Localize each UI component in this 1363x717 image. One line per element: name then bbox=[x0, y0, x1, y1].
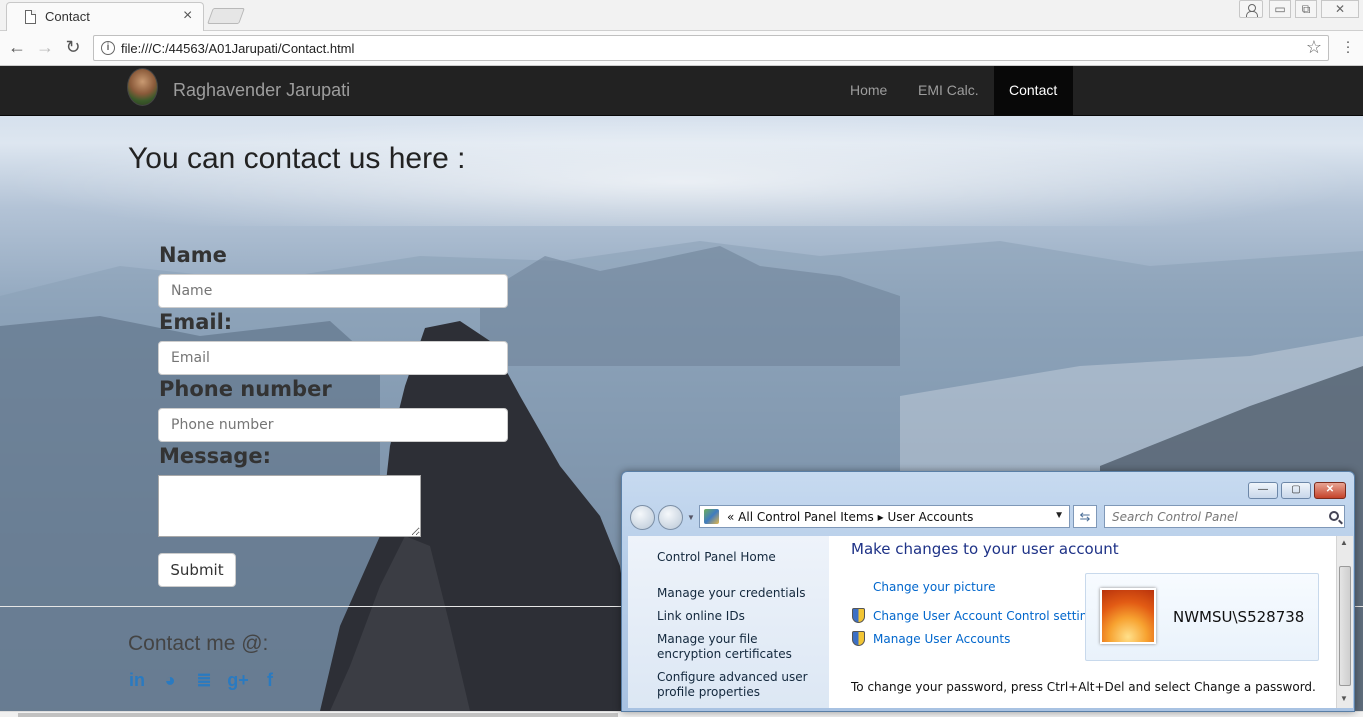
page-title: You can contact us here : bbox=[128, 142, 466, 175]
restore-window-button[interactable]: ⧉ bbox=[1295, 0, 1317, 18]
googleplus-icon[interactable]: g+ bbox=[226, 670, 250, 691]
back-arrow-icon[interactable]: ← bbox=[6, 37, 28, 58]
cp-sidebar: Control Panel Home Manage your credentia… bbox=[628, 536, 829, 708]
minimize-window-button[interactable]: ▭ bbox=[1269, 0, 1291, 18]
scrollbar-thumb[interactable] bbox=[1339, 566, 1351, 686]
address-url[interactable]: file:///C:/44563/A01Jarupati/Contact.htm… bbox=[121, 41, 354, 56]
forward-arrow-icon[interactable]: → bbox=[34, 37, 56, 58]
close-window-button[interactable]: ✕ bbox=[1321, 0, 1359, 18]
uac-shield-icon bbox=[852, 631, 865, 646]
browser-tab[interactable]: Contact × bbox=[6, 2, 204, 31]
sidebar-item-encryption[interactable]: Manage your file encryption certificates bbox=[657, 632, 822, 662]
user-name: NWMSU\S528738 bbox=[1173, 608, 1305, 626]
info-icon[interactable]: i bbox=[101, 41, 115, 55]
uac-settings-link[interactable]: Change User Account Control settings bbox=[873, 609, 1101, 623]
change-picture-link[interactable]: Change your picture bbox=[873, 580, 995, 594]
cp-back-button[interactable] bbox=[630, 505, 655, 530]
tab-title: Contact bbox=[45, 9, 90, 24]
cp-address-bar[interactable]: « All Control Panel Items ▸ User Account… bbox=[699, 505, 1070, 528]
cp-heading: Make changes to your user account bbox=[851, 540, 1119, 558]
sidebar-item-profile-properties[interactable]: Configure advanced user profile properti… bbox=[657, 670, 822, 700]
minimize-icon: ▭ bbox=[1274, 2, 1286, 16]
cp-search-input[interactable]: Search Control Panel bbox=[1104, 505, 1345, 528]
scrollbar-thumb[interactable] bbox=[18, 713, 618, 717]
cp-forward-button[interactable] bbox=[658, 505, 683, 530]
uac-shield-icon bbox=[852, 608, 865, 623]
address-bar[interactable]: i file:///C:/44563/A01Jarupati/Contact.h… bbox=[93, 35, 1329, 61]
close-icon: ✕ bbox=[1334, 2, 1346, 16]
control-panel-icon bbox=[704, 509, 719, 524]
cp-search-placeholder: Search Control Panel bbox=[1112, 510, 1238, 524]
browser-tab-strip: Contact × ▭ ⧉ ✕ bbox=[0, 0, 1363, 31]
new-tab-button[interactable] bbox=[207, 8, 245, 24]
site-brand[interactable]: Raghavender Jarupati bbox=[173, 80, 350, 101]
nav-contact[interactable]: Contact bbox=[994, 66, 1073, 115]
user-account-tile: NWMSU\S528738 bbox=[1085, 573, 1319, 661]
email-label: Email: bbox=[159, 310, 233, 334]
github-icon[interactable]: ◕ bbox=[158, 670, 182, 691]
chevron-down-icon[interactable]: ▼ bbox=[1054, 510, 1064, 521]
sidebar-item-credentials[interactable]: Manage your credentials bbox=[657, 586, 822, 601]
cp-breadcrumb[interactable]: « All Control Panel Items ▸ User Account… bbox=[727, 510, 973, 524]
cp-main-panel: Make changes to your user account Change… bbox=[829, 536, 1336, 708]
profile-icon[interactable] bbox=[1239, 0, 1263, 18]
reload-icon[interactable]: ↻ bbox=[62, 37, 84, 58]
email-field[interactable] bbox=[158, 341, 508, 375]
cp-minimize-button[interactable]: — bbox=[1248, 482, 1278, 499]
message-field[interactable] bbox=[158, 475, 421, 537]
tab-close-icon[interactable]: × bbox=[183, 7, 192, 25]
submit-button[interactable]: Submit bbox=[158, 553, 236, 587]
manage-accounts-link[interactable]: Manage User Accounts bbox=[873, 632, 1010, 646]
restore-icon: ⧉ bbox=[1301, 2, 1311, 16]
name-field[interactable] bbox=[158, 274, 508, 308]
facebook-icon[interactable]: f bbox=[258, 670, 282, 691]
stackoverflow-icon[interactable]: ≣ bbox=[192, 670, 216, 691]
site-navbar: Raghavender Jarupati Home EMI Calc. Cont… bbox=[0, 66, 1363, 116]
recent-pages-chevron-icon[interactable]: ▼ bbox=[687, 513, 695, 522]
sidebar-item-control-panel-home[interactable]: Control Panel Home bbox=[657, 550, 822, 565]
cp-vertical-scrollbar[interactable]: ▲ ▼ bbox=[1336, 536, 1353, 708]
scroll-down-icon[interactable]: ▼ bbox=[1340, 694, 1348, 703]
name-label: Name bbox=[159, 243, 227, 267]
nav-emi-calc[interactable]: EMI Calc. bbox=[903, 66, 994, 115]
control-panel-window: — ▢ ✕ ▼ « All Control Panel Items ▸ User… bbox=[621, 471, 1355, 712]
browser-toolbar: ← → ↻ i file:///C:/44563/A01Jarupati/Con… bbox=[0, 31, 1363, 66]
cp-maximize-button[interactable]: ▢ bbox=[1281, 482, 1311, 499]
password-hint: To change your password, press Ctrl+Alt+… bbox=[851, 680, 1316, 694]
contact-me-heading: Contact me @: bbox=[128, 632, 269, 655]
phone-label: Phone number bbox=[159, 377, 332, 401]
linkedin-icon[interactable]: in bbox=[125, 670, 149, 691]
nav-home[interactable]: Home bbox=[835, 66, 902, 115]
sidebar-item-link-online-ids[interactable]: Link online IDs bbox=[657, 609, 822, 624]
refresh-icon[interactable]: ⇆ bbox=[1073, 505, 1097, 528]
message-label: Message: bbox=[159, 444, 271, 468]
avatar bbox=[127, 68, 158, 106]
bookmark-star-icon[interactable]: ☆ bbox=[1306, 37, 1322, 58]
cp-close-button[interactable]: ✕ bbox=[1314, 482, 1346, 499]
minimize-icon: — bbox=[1258, 484, 1268, 495]
close-icon: ✕ bbox=[1325, 484, 1335, 495]
page-icon bbox=[25, 10, 36, 24]
browser-menu-icon[interactable]: · · · bbox=[1345, 34, 1351, 59]
phone-field[interactable] bbox=[158, 408, 508, 442]
scroll-up-icon[interactable]: ▲ bbox=[1340, 538, 1348, 547]
user-picture bbox=[1100, 588, 1156, 644]
search-icon[interactable] bbox=[1329, 511, 1339, 521]
maximize-icon: ▢ bbox=[1291, 484, 1301, 495]
